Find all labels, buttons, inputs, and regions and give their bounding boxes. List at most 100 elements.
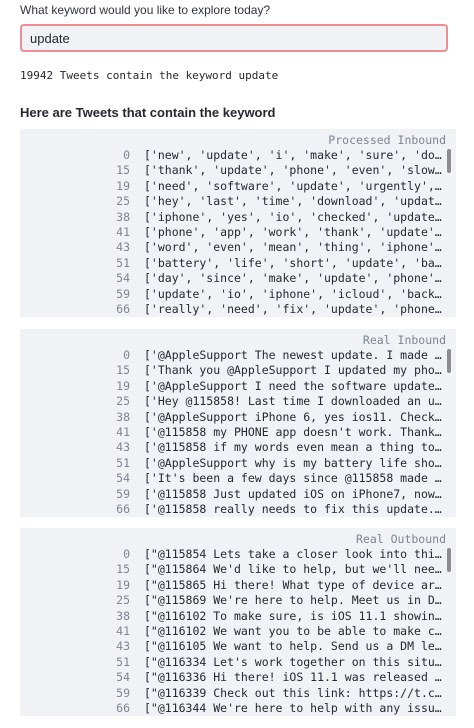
row-index: 43	[116, 240, 130, 255]
table-row[interactable]: 25 ['Hey @115858! Last time I downloaded …	[20, 394, 456, 409]
table-row[interactable]: 66 ["@116344 We're here to help with any …	[20, 701, 456, 716]
vertical-scrollbar[interactable]	[447, 349, 451, 373]
row-value: ['battery', 'life', 'short', 'update', '…	[144, 255, 444, 270]
vertical-scrollbar[interactable]	[447, 548, 451, 572]
row-index: 38	[116, 608, 130, 623]
table-row[interactable]: 54 ['day', 'since', 'make', 'update', 'ph…	[20, 271, 456, 286]
table-column-header[interactable]: Real Outbound	[356, 532, 446, 546]
row-index: 15	[116, 363, 130, 378]
row-index: 51	[116, 255, 130, 270]
row-index: 15	[116, 562, 130, 577]
section-heading: Here are Tweets that contain the keyword	[20, 105, 276, 120]
table-row[interactable]: 66 ['@115858 really needs to fix this upd…	[20, 502, 456, 517]
table-row[interactable]: 59 ['@115858 Just updated iOS on iPhone7,…	[20, 487, 456, 502]
table-row[interactable]: 15 ['Thank you @AppleSupport I updated my…	[20, 363, 456, 378]
table-row[interactable]: 43 ['word', 'even', 'mean', 'thing', 'iph…	[20, 240, 456, 255]
table-row[interactable]: 41 ["@116102 We want you to be able to ma…	[20, 624, 456, 639]
row-index: 19	[116, 577, 130, 592]
row-value: ['@AppleSupport The newest update. I mad…	[144, 348, 444, 362]
row-index: 15	[116, 163, 130, 178]
table-row[interactable]: 38 ['iphone', 'yes', 'io', 'checked', 'up…	[20, 210, 456, 225]
table-row[interactable]: 0 ['new', 'update', 'i', 'make', 'sure', …	[20, 148, 456, 163]
row-value: ['@AppleSupport why is my battery life s…	[144, 455, 444, 470]
row-index: 25	[116, 194, 130, 209]
vertical-scrollbar[interactable]	[447, 149, 451, 173]
row-value: ["@116336 Hi there! iOS 11.1 was release…	[144, 670, 444, 685]
row-value: ['@115858 really needs to fix this updat…	[144, 501, 444, 516]
row-index: 41	[116, 623, 130, 638]
row-index: 59	[116, 685, 130, 700]
keyword-input-wrapper[interactable]	[20, 24, 448, 52]
row-value: ['really', 'need', 'fix', 'update', 'pho…	[144, 301, 444, 316]
row-index: 19	[116, 178, 130, 193]
row-index: 19	[116, 378, 130, 393]
row-value: ['@AppleSupport iPhone 6, yes ios11. Che…	[144, 409, 444, 424]
table-column-header[interactable]: Processed Inbound	[328, 133, 446, 147]
row-value: ['iphone', 'yes', 'io', 'checked', 'upda…	[144, 209, 444, 224]
row-index: 38	[116, 209, 130, 224]
table-row[interactable]: 19 ['@AppleSupport I need the software up…	[20, 379, 456, 394]
row-value: ['thank', 'update', 'phone', 'even', 'sl…	[144, 163, 444, 178]
row-index: 25	[116, 593, 130, 608]
row-value: ["@115865 Hi there! What type of device …	[144, 577, 444, 592]
row-index: 66	[116, 301, 130, 316]
row-index: 66	[116, 501, 130, 516]
table-row[interactable]: 54 ['It's been a few days since @115858 m…	[20, 471, 456, 486]
row-value: ["@116334 Let's work together on this si…	[144, 654, 444, 669]
row-value: ['It's been a few days since @115858 mad…	[144, 471, 444, 486]
row-index: 41	[116, 424, 130, 439]
table-row[interactable]: 19 ["@115865 Hi there! What type of devic…	[20, 578, 456, 593]
table-column-header[interactable]: Real Inbound	[363, 333, 446, 347]
table-row[interactable]: 41 ['@115858 my PHONE app doesn't work. T…	[20, 425, 456, 440]
table-row[interactable]: 25 ['hey', 'last', 'time', 'download', 'u…	[20, 194, 456, 209]
row-value: ["@115864 We'd like to help, but we'll n…	[144, 562, 444, 577]
row-value: ["@116344 We're here to help with any is…	[144, 700, 444, 715]
table-row[interactable]: 41 ['phone', 'app', 'work', 'thank', 'upd…	[20, 225, 456, 240]
row-index: 38	[116, 409, 130, 424]
row-value: ['@AppleSupport I need the software upda…	[144, 378, 444, 393]
row-value: ['@115858 my PHONE app doesn't work. Tha…	[144, 424, 444, 439]
table-row[interactable]: 51 ["@116334 Let's work together on this …	[20, 655, 456, 670]
table-row[interactable]: 59 ['update', 'io', 'iphone', 'icloud', '…	[20, 287, 456, 302]
row-index: 41	[116, 224, 130, 239]
row-value: ['new', 'update', 'i', 'make', 'sure', '…	[144, 148, 444, 162]
row-value: ['phone', 'app', 'work', 'thank', 'updat…	[144, 224, 444, 239]
table-row[interactable]: 54 ["@116336 Hi there! iOS 11.1 was relea…	[20, 670, 456, 685]
row-index: 25	[116, 394, 130, 409]
row-index: 0	[123, 547, 130, 561]
row-index: 59	[116, 486, 130, 501]
row-value: ['word', 'even', 'mean', 'thing', 'iphon…	[144, 240, 444, 255]
table-row[interactable]: 59 ["@116339 Check out this link: https:/…	[20, 686, 456, 701]
table-row[interactable]: 51 ['battery', 'life', 'short', 'update',…	[20, 256, 456, 271]
real-outbound-table[interactable]: Real Outbound 0 ["@115854 Lets take a clo…	[20, 528, 456, 716]
table-row[interactable]: 0 ["@115854 Lets take a closer look into …	[20, 547, 456, 562]
table-row[interactable]: 43 ['@115858 if my words even mean a thin…	[20, 440, 456, 455]
row-index: 43	[116, 639, 130, 654]
table-row[interactable]: 43 ["@116105 We want to help. Send us a D…	[20, 639, 456, 654]
row-value: ['@115858 if my words even mean a thing …	[144, 440, 444, 455]
table-row[interactable]: 19 ['need', 'software', 'update', 'urgent…	[20, 179, 456, 194]
result-count-text: 19942 Tweets contain the keyword update	[20, 69, 279, 82]
real-inbound-table[interactable]: Real Inbound 0 ['@AppleSupport The newest…	[20, 329, 456, 517]
table-row[interactable]: 66 ['really', 'need', 'fix', 'update', 'p…	[20, 302, 456, 317]
row-index: 54	[116, 471, 130, 486]
table-row[interactable]: 15 ["@115864 We'd like to help, but we'll…	[20, 562, 456, 577]
table-row[interactable]: 38 ['@AppleSupport iPhone 6, yes ios11. C…	[20, 410, 456, 425]
row-value: ["@116339 Check out this link: https://t…	[144, 685, 444, 700]
table-row[interactable]: 25 ["@115869 We're here to help. Meet us …	[20, 593, 456, 608]
table-row[interactable]: 51 ['@AppleSupport why is my battery life…	[20, 456, 456, 471]
table-row[interactable]: 0 ['@AppleSupport The newest update. I ma…	[20, 348, 456, 363]
row-value: ['day', 'since', 'make', 'update', 'phon…	[144, 271, 444, 286]
row-value: ["@116102 We want you to be able to make…	[144, 623, 444, 638]
row-index: 54	[116, 670, 130, 685]
row-index: 0	[123, 148, 130, 162]
table-row[interactable]: 38 ["@116102 To make sure, is iOS 11.1 sh…	[20, 609, 456, 624]
processed-inbound-table[interactable]: Processed Inbound 0 ['new', 'update', 'i'…	[20, 129, 456, 317]
keyword-search-input[interactable]	[22, 26, 446, 50]
row-value: ['hey', 'last', 'time', 'download', 'upd…	[144, 194, 444, 209]
row-index: 0	[123, 348, 130, 362]
row-value: ['@115858 Just updated iOS on iPhone7, n…	[144, 486, 444, 501]
row-value: ['Hey @115858! Last time I downloaded an…	[144, 394, 444, 409]
row-value: ["@116105 We want to help. Send us a DM …	[144, 639, 444, 654]
table-row[interactable]: 15 ['thank', 'update', 'phone', 'even', '…	[20, 163, 456, 178]
